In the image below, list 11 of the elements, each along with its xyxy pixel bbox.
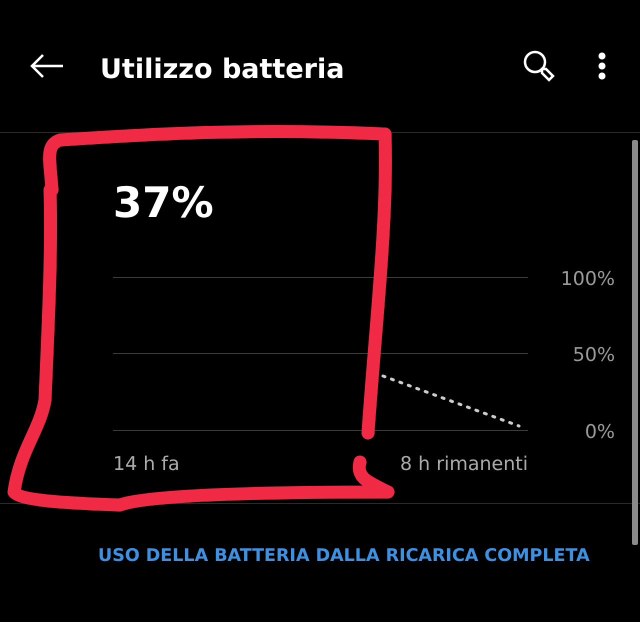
axis-label: 50% (572, 344, 615, 366)
back-arrow-icon[interactable] (30, 54, 64, 78)
time-label: 14 h fa (113, 453, 180, 475)
battery-percentage: 37% (113, 177, 215, 229)
screen-title: Utilizzo batteria (100, 52, 346, 84)
search-icon[interactable] (522, 49, 556, 83)
more-options-icon[interactable] (598, 52, 606, 80)
time-label: 8 h rimanenti (400, 453, 528, 475)
axis-label: 100% (560, 268, 615, 290)
axis-label: 0% (584, 421, 615, 443)
battery-usage-link[interactable]: USO DELLA BATTERIA DALLA RICARICA COMPLETA (98, 546, 590, 566)
